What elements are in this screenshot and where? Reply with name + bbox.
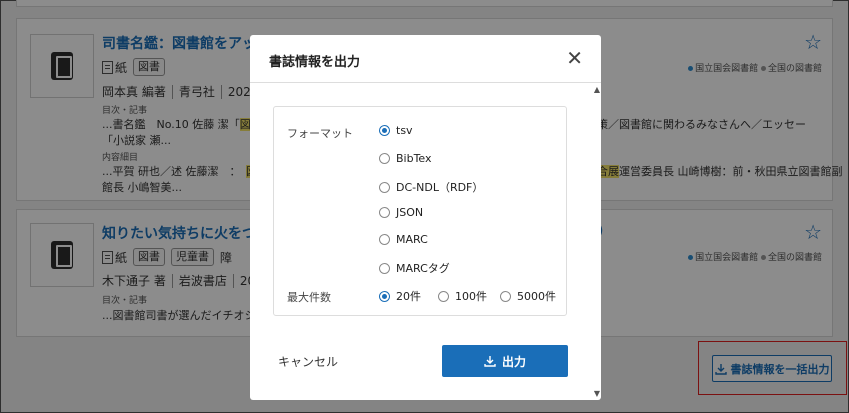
- max-count-label: 最大件数: [287, 291, 331, 304]
- radio-selected[interactable]: [379, 290, 390, 302]
- format-option-label: MARC: [396, 233, 428, 246]
- radio[interactable]: [500, 290, 511, 302]
- close-icon[interactable]: ✕: [566, 48, 583, 68]
- export-modal: 書誌情報を出力 ✕ ▲ ▼ フォーマット tsv BibTex DC-NDL（R…: [250, 35, 601, 400]
- modal-scrollbar[interactable]: ▲ ▼: [593, 83, 601, 400]
- modal-header: 書誌情報を出力 ✕: [250, 35, 601, 83]
- format-option-label: DC-NDL（RDF）: [396, 181, 484, 194]
- max-option-label: 100件: [455, 290, 487, 303]
- cancel-button[interactable]: キャンセル: [278, 353, 338, 370]
- format-option-bibtex[interactable]: BibTex: [379, 152, 432, 165]
- radio[interactable]: [379, 262, 390, 274]
- format-option-label: MARCタグ: [396, 262, 450, 275]
- max-option-label: 20件: [396, 290, 421, 303]
- format-label: フォーマット: [287, 127, 353, 140]
- max-option-20[interactable]: 20件: [379, 288, 421, 304]
- radio-selected[interactable]: [379, 125, 390, 136]
- export-button-label: 出力: [501, 354, 526, 369]
- radio[interactable]: [379, 181, 390, 193]
- format-option-label: JSON: [396, 206, 424, 219]
- radio[interactable]: [438, 290, 449, 302]
- scroll-down-icon[interactable]: ▼: [594, 389, 600, 398]
- radio[interactable]: [379, 153, 390, 164]
- format-option-marc[interactable]: MARC: [379, 233, 428, 246]
- scroll-up-icon[interactable]: ▲: [594, 85, 600, 94]
- modal-title: 書誌情報を出力: [269, 55, 361, 70]
- download-icon: [484, 355, 496, 367]
- options-box: フォーマット tsv BibTex DC-NDL（RDF） JSON MARC …: [273, 106, 567, 316]
- format-option-dcndl[interactable]: DC-NDL（RDF）: [379, 179, 483, 195]
- format-option-label: BibTex: [396, 152, 432, 165]
- max-option-5000[interactable]: 5000件: [500, 288, 556, 304]
- format-option-label: tsv: [396, 124, 413, 137]
- max-option-label: 5000件: [517, 290, 556, 303]
- export-button[interactable]: 出力: [442, 345, 568, 377]
- radio[interactable]: [379, 234, 390, 245]
- max-option-100[interactable]: 100件: [438, 288, 487, 304]
- format-option-marctag[interactable]: MARCタグ: [379, 260, 450, 276]
- format-option-json[interactable]: JSON: [379, 206, 423, 219]
- format-option-tsv[interactable]: tsv: [379, 124, 413, 137]
- radio[interactable]: [379, 207, 390, 218]
